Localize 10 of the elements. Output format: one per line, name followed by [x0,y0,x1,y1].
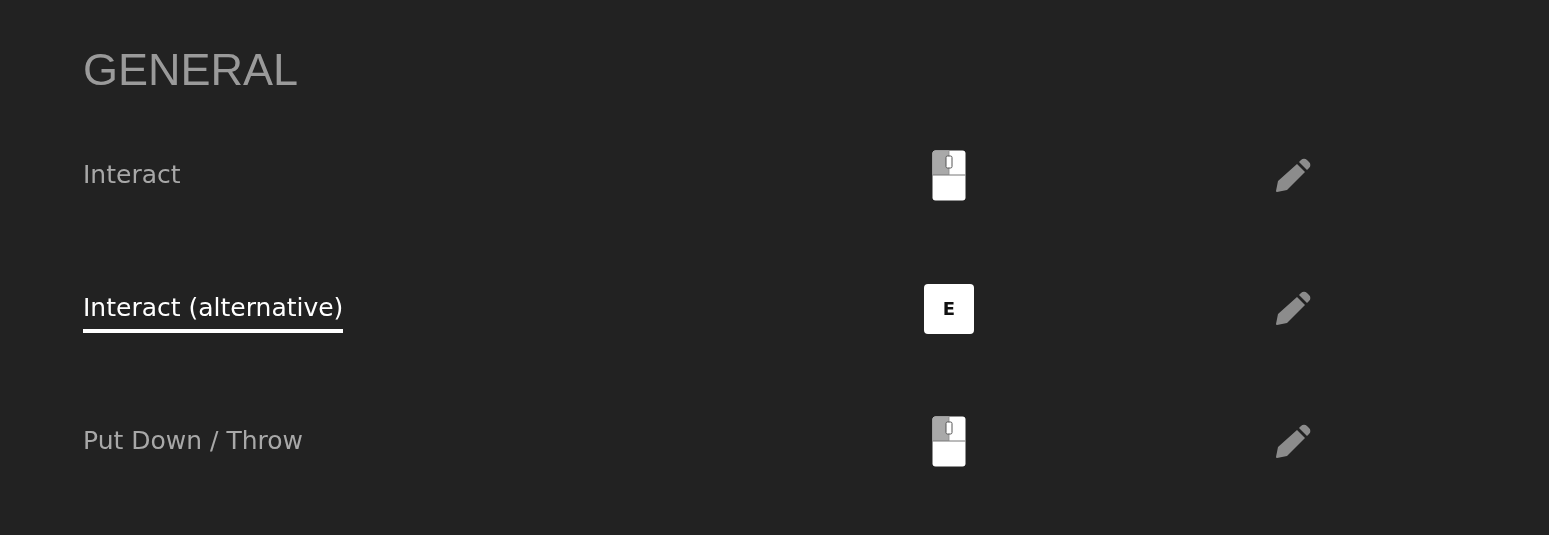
binding-label[interactable]: Put Down / Throw [83,425,303,466]
key-cap: E [924,283,974,334]
mouse-icon [932,150,966,201]
edit-icon[interactable] [1275,423,1311,460]
edit-icon[interactable] [1275,290,1311,327]
binding-label[interactable]: Interact [83,159,181,200]
edit-icon[interactable] [1275,157,1311,194]
mouse-icon [932,416,966,467]
binding-label[interactable]: Interact (alternative) [83,292,344,333]
section-heading: GENERAL [83,43,300,97]
